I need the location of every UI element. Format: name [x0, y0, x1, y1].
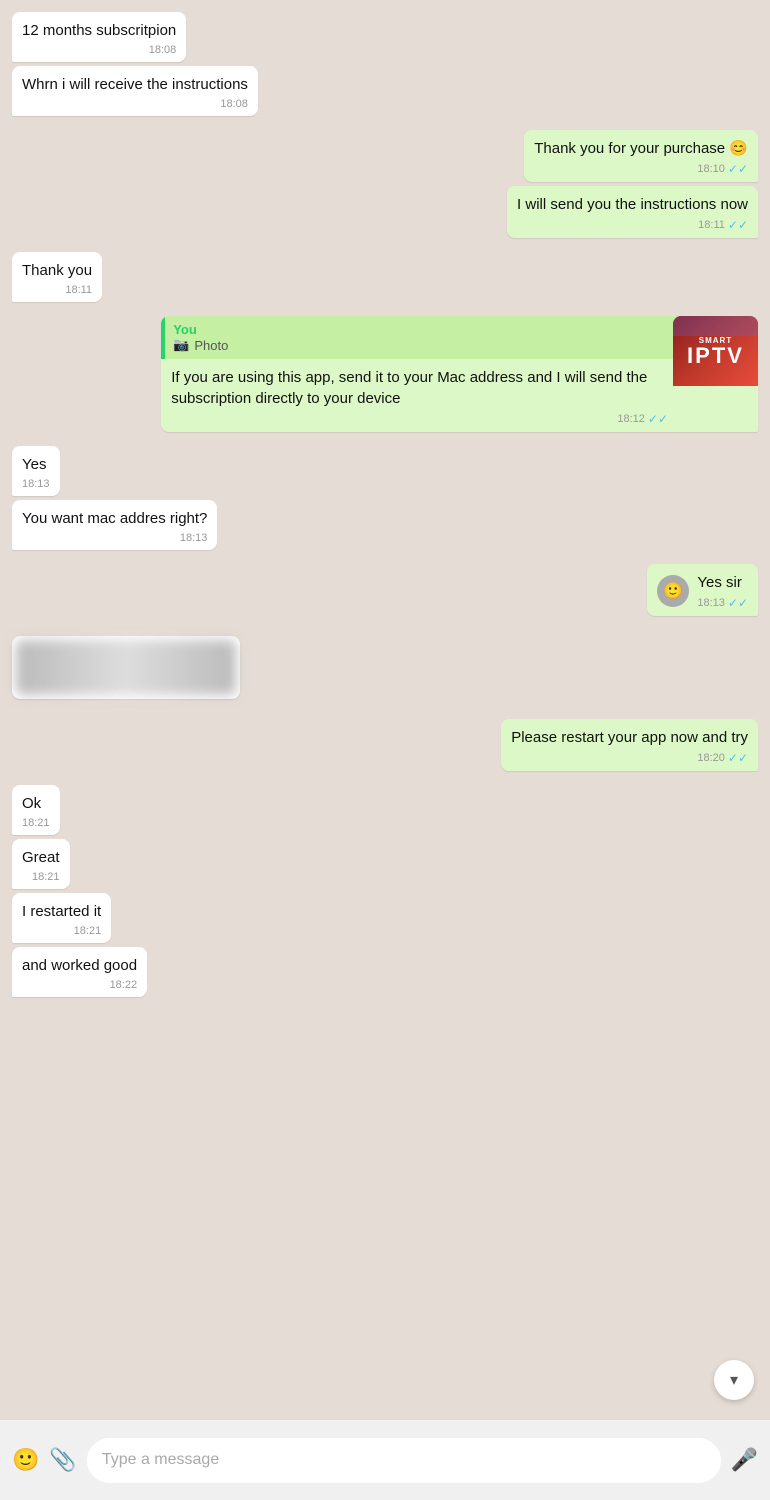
- message-10-blurred: [12, 636, 240, 699]
- message-text: Please restart your app now and try: [511, 729, 748, 746]
- quote-block: You 📷 Photo: [161, 316, 758, 359]
- message-time: 18:21: [32, 871, 60, 883]
- quote-content: 📷 Photo: [173, 337, 750, 353]
- message-1: 12 months subscritpion 18:08: [12, 12, 186, 62]
- chat-container: 12 months subscritpion 18:08 Whrn i will…: [0, 0, 770, 1420]
- message-time: 18:11: [698, 219, 725, 231]
- attachment-icon[interactable]: 📎: [49, 1447, 76, 1473]
- yes-sir-content: Yes sir 18:13 ✓✓: [697, 572, 748, 610]
- message-text: and worked good: [22, 957, 137, 974]
- message-time: 18:13: [22, 478, 50, 490]
- message-meta: 18:13: [22, 532, 207, 544]
- message-meta: 18:21: [22, 925, 101, 937]
- message-6: You 📷 Photo Smart IPTV If you are using …: [161, 316, 758, 432]
- message-meta: 18:11 ✓✓: [517, 218, 748, 232]
- message-text: Yes sir: [697, 574, 741, 591]
- message-time: 18:20: [697, 752, 725, 764]
- chevron-down-icon: ▾: [730, 1370, 738, 1390]
- message-text: Thank you: [22, 262, 92, 279]
- message-7: Yes 18:13: [12, 446, 60, 496]
- message-text: I restarted it: [22, 903, 101, 920]
- message-body: If you are using this app, send it to yo…: [161, 359, 758, 432]
- message-15: and worked good 18:22: [12, 947, 147, 997]
- message-time: 18:22: [110, 979, 138, 991]
- message-input[interactable]: Type a message: [87, 1438, 721, 1483]
- message-11: Please restart your app now and try 18:2…: [501, 719, 758, 771]
- message-meta: 18:11: [22, 284, 92, 296]
- mic-icon[interactable]: 🎤: [731, 1447, 758, 1473]
- message-time: 18:10: [697, 163, 725, 175]
- quote-label: Photo: [194, 338, 228, 353]
- message-meta: 18:13: [22, 478, 50, 490]
- read-ticks: ✓✓: [728, 162, 748, 176]
- message-meta: 18:21: [22, 871, 60, 883]
- message-text: Yes: [22, 456, 46, 473]
- message-time: 18:21: [74, 925, 102, 937]
- message-time: 18:08: [220, 98, 248, 110]
- iptv-logo: Smart IPTV: [673, 316, 758, 386]
- scroll-down-button[interactable]: ▾: [714, 1360, 754, 1400]
- camera-icon: 📷: [173, 337, 189, 353]
- message-time: 18:13: [697, 597, 725, 609]
- message-text: Thank you for your purchase 😊: [534, 140, 748, 157]
- smiley-icon: 🙂: [663, 581, 683, 601]
- message-text: Great: [22, 849, 60, 866]
- smiley-avatar: 🙂: [657, 575, 689, 607]
- message-text: Ok: [22, 795, 41, 812]
- message-5: Thank you 18:11: [12, 252, 102, 302]
- message-meta: 18:08: [22, 98, 248, 110]
- message-12: Ok 18:21: [12, 785, 60, 835]
- message-meta: 18:13 ✓✓: [697, 596, 748, 610]
- message-time: 18:12: [617, 413, 645, 425]
- message-text: If you are using this app, send it to yo…: [171, 369, 647, 407]
- read-ticks: ✓✓: [728, 218, 748, 232]
- message-time: 18:11: [65, 284, 92, 296]
- message-13: Great 18:21: [12, 839, 70, 889]
- message-text: 12 months subscritpion: [22, 22, 176, 39]
- message-4: I will send you the instructions now 18:…: [507, 186, 758, 238]
- message-time: 18:21: [22, 817, 50, 829]
- message-meta: 18:12 ✓✓: [171, 412, 668, 426]
- message-text: Whrn i will receive the instructions: [22, 76, 248, 93]
- blurred-image: [16, 640, 236, 695]
- message-meta: 18:20 ✓✓: [511, 751, 748, 765]
- quote-sender: You: [173, 322, 750, 337]
- message-2: Whrn i will receive the instructions 18:…: [12, 66, 258, 116]
- input-bar: 🙂 📎 Type a message 🎤: [0, 1420, 770, 1500]
- message-9: 🙂 Yes sir 18:13 ✓✓: [647, 564, 758, 616]
- message-8: You want mac addres right? 18:13: [12, 500, 217, 550]
- message-3: Thank you for your purchase 😊 18:10 ✓✓: [524, 130, 758, 182]
- message-meta: 18:21: [22, 817, 50, 829]
- read-ticks: ✓✓: [648, 412, 668, 426]
- message-placeholder: Type a message: [102, 1451, 219, 1469]
- message-text: I will send you the instructions now: [517, 196, 748, 213]
- read-ticks: ✓✓: [728, 596, 748, 610]
- iptv-text: IPTV: [687, 345, 744, 367]
- message-14: I restarted it 18:21: [12, 893, 111, 943]
- emoji-icon[interactable]: 🙂: [12, 1447, 39, 1473]
- message-meta: 18:08: [22, 44, 176, 56]
- message-meta: 18:10 ✓✓: [534, 162, 748, 176]
- message-meta: 18:22: [22, 979, 137, 991]
- message-time: 18:13: [180, 532, 208, 544]
- read-ticks: ✓✓: [728, 751, 748, 765]
- message-text: You want mac addres right?: [22, 510, 207, 527]
- message-time: 18:08: [149, 44, 177, 56]
